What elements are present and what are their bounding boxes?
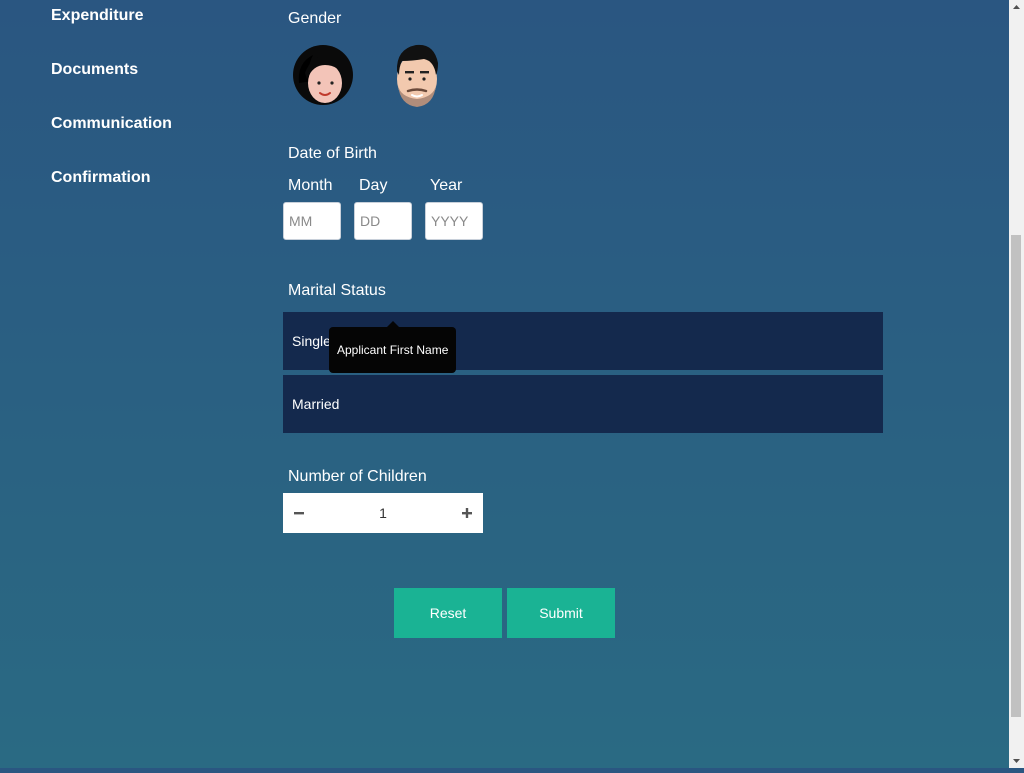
- decrement-button[interactable]: [283, 493, 315, 533]
- scrollbar[interactable]: [1009, 0, 1024, 768]
- children-label: Number of Children: [288, 468, 427, 485]
- month-label: Month: [288, 177, 333, 194]
- marital-option-label: Single: [292, 333, 331, 349]
- tooltip-text: Applicant First Name: [337, 343, 449, 357]
- sidebar-item-expenditure[interactable]: Expenditure: [51, 7, 143, 25]
- children-count: 1: [379, 505, 387, 521]
- day-input[interactable]: [354, 202, 412, 240]
- plus-icon: [462, 508, 472, 518]
- submit-button[interactable]: Submit: [507, 588, 615, 638]
- scroll-down-arrow-icon[interactable]: [1009, 753, 1024, 768]
- gender-label: Gender: [288, 10, 342, 27]
- reset-button[interactable]: Reset: [394, 588, 502, 638]
- marital-status-label: Marital Status: [288, 282, 386, 299]
- dob-label: Date of Birth: [288, 145, 377, 162]
- day-label: Day: [359, 177, 388, 194]
- tooltip: Applicant First Name: [329, 321, 456, 373]
- marital-option-married[interactable]: Married: [283, 375, 883, 433]
- scroll-up-arrow-icon[interactable]: [1009, 0, 1024, 15]
- sidebar-item-documents[interactable]: Documents: [51, 61, 138, 79]
- male-avatar-icon[interactable]: [394, 41, 440, 109]
- increment-button[interactable]: [451, 493, 483, 533]
- sidebar-item-communication[interactable]: Communication: [51, 115, 172, 133]
- sidebar-item-confirmation[interactable]: Confirmation: [51, 169, 151, 187]
- month-input[interactable]: [283, 202, 341, 240]
- children-stepper: 1: [283, 493, 483, 533]
- female-avatar-icon[interactable]: [291, 43, 355, 107]
- year-label: Year: [430, 177, 463, 194]
- scrollbar-thumb[interactable]: [1011, 235, 1021, 717]
- minus-icon: [294, 512, 304, 515]
- marital-option-label: Married: [292, 396, 340, 412]
- year-input[interactable]: [425, 202, 483, 240]
- page: Expenditure Documents Communication Conf…: [0, 0, 1009, 768]
